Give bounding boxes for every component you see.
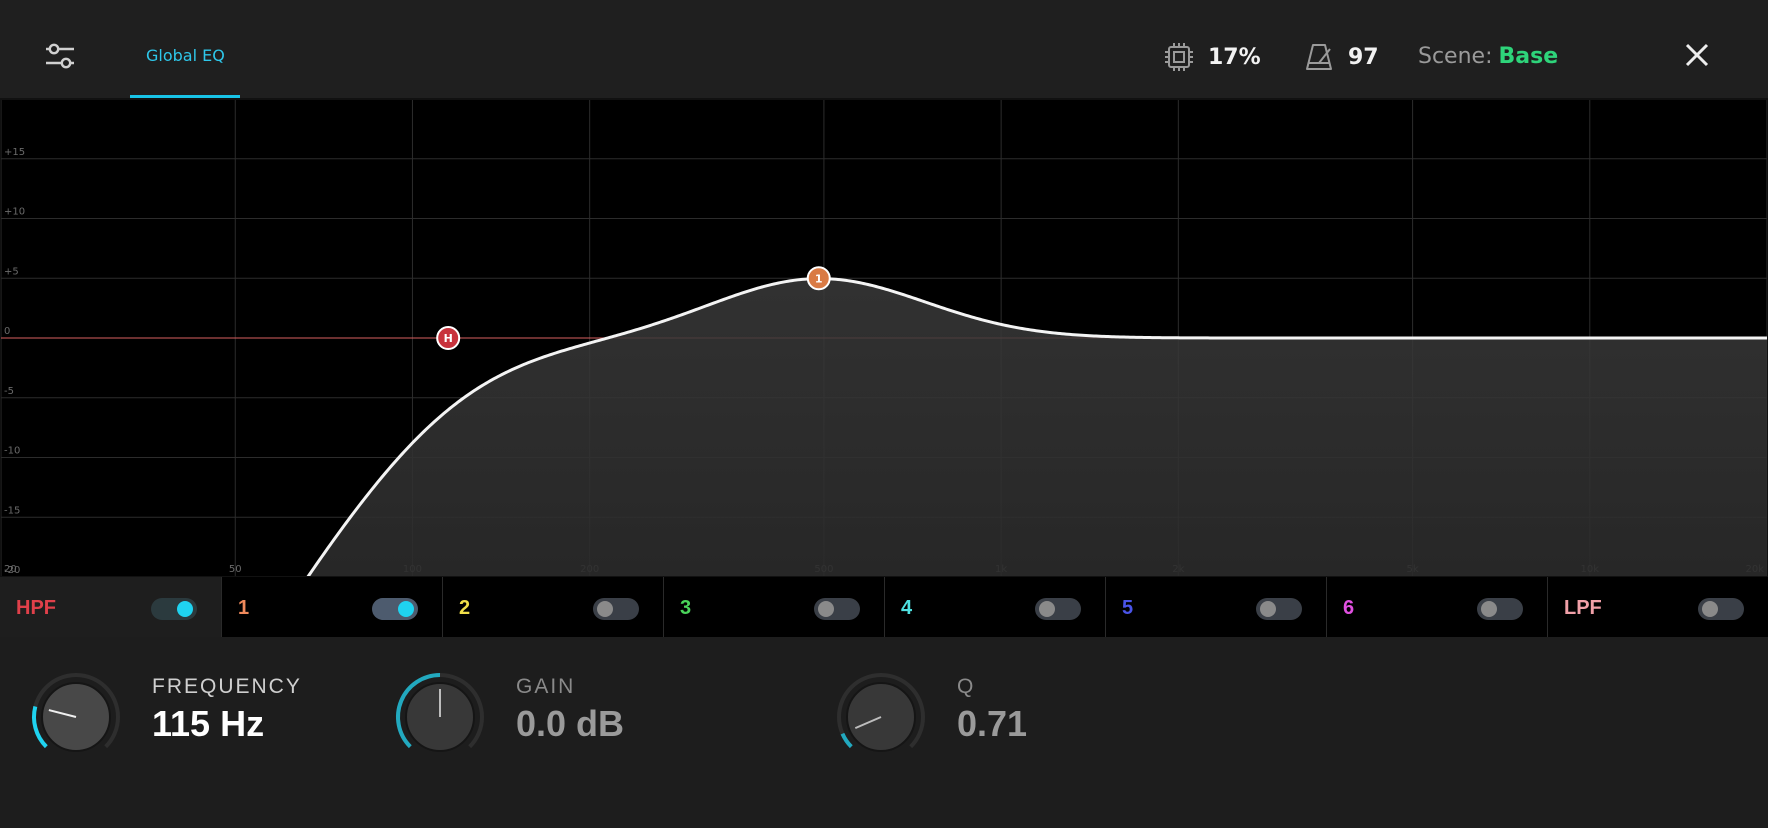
band-toggle[interactable]: [151, 598, 197, 620]
band-label: 6: [1343, 597, 1355, 619]
metronome-icon: [1306, 44, 1332, 70]
band-hpf[interactable]: HPF: [0, 577, 221, 637]
band-label: 3: [680, 597, 692, 619]
scene-name: Base: [1498, 44, 1559, 69]
cpu-value: 17%: [1208, 44, 1261, 70]
toggle-knob: [597, 601, 613, 617]
band-toggle[interactable]: [593, 598, 639, 620]
q-knob[interactable]: [835, 671, 927, 763]
y-tick-label: -10: [4, 446, 20, 457]
y-tick-label: 0: [4, 326, 10, 337]
band-toggle[interactable]: [1035, 598, 1081, 620]
tempo[interactable]: 97: [1304, 40, 1379, 74]
y-tick-label: -5: [4, 386, 14, 397]
band-toggle[interactable]: [814, 598, 860, 620]
y-tick-label: +15: [4, 147, 25, 158]
gain-knob[interactable]: [394, 671, 486, 763]
tempo-value: 97: [1348, 44, 1379, 70]
toggle-knob: [1702, 601, 1718, 617]
toggle-knob: [177, 601, 193, 617]
settings-sliders-icon[interactable]: [44, 40, 76, 72]
toggle-knob: [398, 601, 414, 617]
q-label: Q: [957, 675, 976, 698]
toggle-knob: [818, 601, 834, 617]
eq-curve-fill: [0, 278, 1768, 577]
band-lpf[interactable]: LPF: [1547, 577, 1768, 637]
frequency-label: FREQUENCY: [152, 675, 302, 698]
band-toggle[interactable]: [1698, 598, 1744, 620]
band-3[interactable]: 3: [663, 577, 884, 637]
tab-global-eq-label: Global EQ: [146, 46, 225, 65]
toggle-knob: [1481, 601, 1497, 617]
band-label: 5: [1122, 597, 1134, 619]
toggle-knob: [1039, 601, 1055, 617]
scene-label: Scene:: [1418, 44, 1493, 69]
band-6[interactable]: 6: [1326, 577, 1547, 637]
band-label: HPF: [16, 597, 56, 619]
cpu-chip-icon: [1165, 43, 1193, 71]
gain-label: GAIN: [516, 675, 576, 698]
eq-node-1[interactable]: 1: [806, 266, 831, 291]
cpu-usage: 17%: [1164, 40, 1261, 74]
eq-node-h[interactable]: H: [436, 326, 461, 350]
svg-text:H: H: [444, 332, 453, 345]
band-label: 4: [901, 597, 913, 619]
toggle-knob: [1260, 601, 1276, 617]
band-toggle[interactable]: [372, 598, 418, 620]
close-button[interactable]: [1684, 42, 1710, 68]
x-tick-label: 50: [229, 564, 242, 575]
scene-selector[interactable]: Scene: Base: [1418, 44, 1558, 69]
band-label: 2: [459, 597, 471, 619]
y-tick-label: +5: [4, 266, 19, 277]
gain-value[interactable]: 0.0 dB: [516, 703, 624, 745]
band-label: LPF: [1564, 597, 1602, 619]
band-5[interactable]: 5: [1105, 577, 1326, 637]
eq-graph[interactable]: +15+10+50-5-10-15-20 20501002005001k2k5k…: [0, 99, 1768, 577]
band-4[interactable]: 4: [884, 577, 1105, 637]
tab-global-eq[interactable]: Global EQ: [130, 0, 240, 98]
top-bar: Global EQ 17% 97 Scene: Base: [0, 0, 1768, 99]
band-2[interactable]: 2: [442, 577, 663, 637]
band-toggle[interactable]: [1477, 598, 1523, 620]
band-1[interactable]: 1: [221, 577, 442, 637]
close-icon: [1685, 43, 1709, 67]
x-tick-label: 20: [4, 564, 17, 575]
q-value[interactable]: 0.71: [957, 703, 1027, 745]
band-toggle[interactable]: [1256, 598, 1302, 620]
band-selector: HPF 1 2 3 4 5 6 LPF: [0, 577, 1768, 637]
y-tick-label: -15: [4, 505, 20, 516]
band-label: 1: [238, 597, 250, 619]
frequency-value[interactable]: 115 Hz: [152, 703, 264, 745]
band-parameters: FREQUENCY 115 Hz GAIN 0.0 dB Q 0.71: [0, 637, 1768, 828]
frequency-knob[interactable]: [30, 671, 122, 763]
y-tick-label: +10: [4, 207, 25, 218]
svg-text:1: 1: [815, 272, 823, 285]
